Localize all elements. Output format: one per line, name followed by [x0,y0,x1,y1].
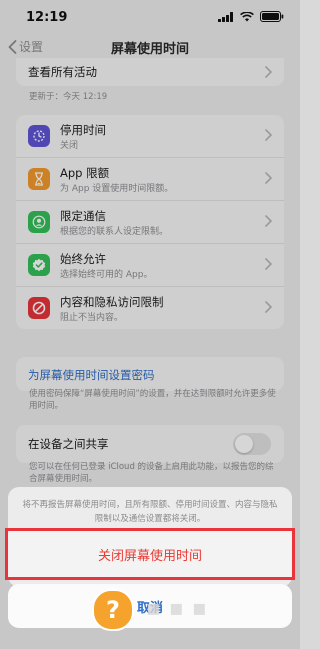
screen-time-settings-page: 12:19 设置 屏幕使用时间 查看所有活动 更新于：今天 12:19 停用时间… [0,0,300,649]
turn-off-screen-time-button[interactable]: 关闭屏幕使用时间 [5,528,295,580]
watermark-glyphs: ▪▪▪ [146,596,215,621]
watermark-question-icon: ? [92,589,134,631]
action-sheet-message: 将不再报告屏幕使用时间，且所有限额、停用时间设置、内容与隐私限制以及通信设置都将… [22,500,278,524]
